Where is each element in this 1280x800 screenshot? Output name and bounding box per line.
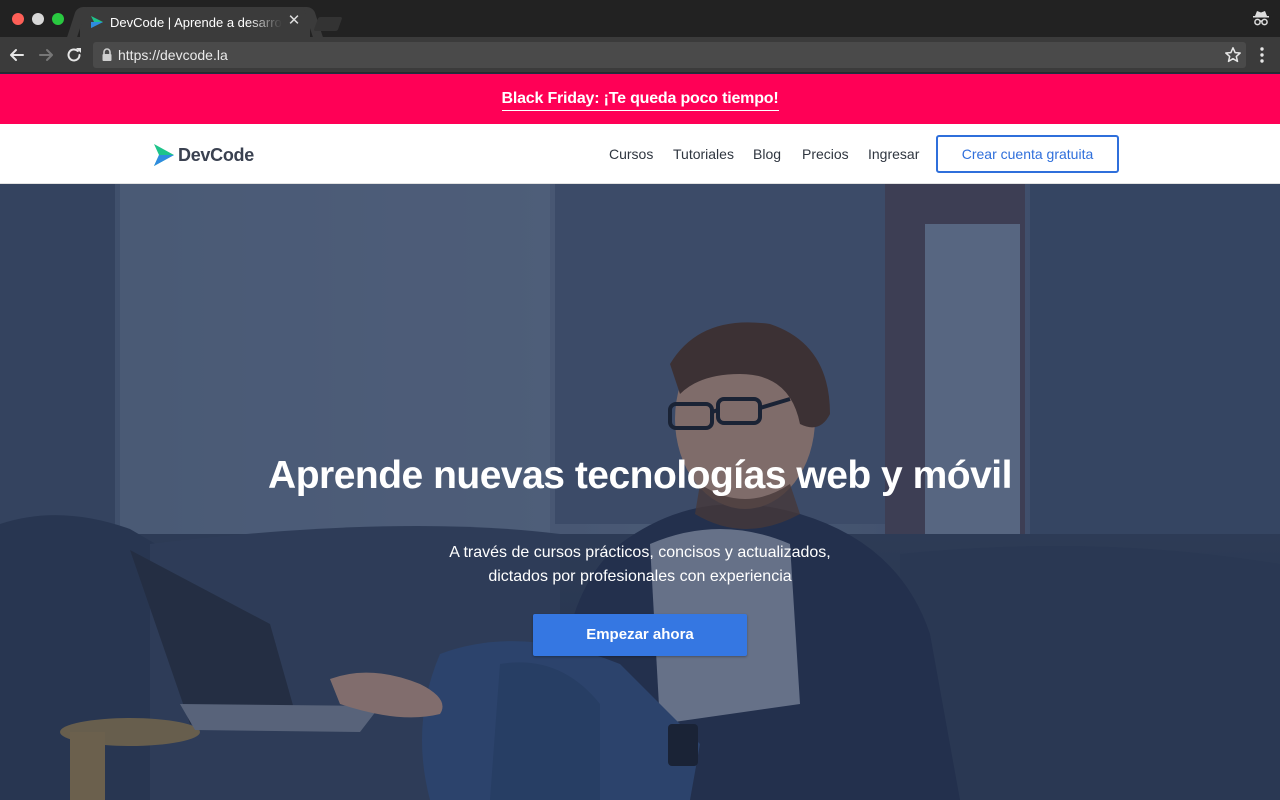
close-window-button[interactable]	[12, 13, 24, 25]
nav-tutoriales[interactable]: Tutoriales	[673, 146, 734, 162]
hero-title: Aprende nuevas tecnologías web y móvil	[268, 454, 1012, 497]
address-bar[interactable]: https://devcode.la	[93, 42, 1246, 68]
nav-precios[interactable]: Precios	[802, 146, 849, 162]
reload-icon[interactable]	[64, 45, 84, 65]
hero-subtitle: A través de cursos prácticos, concisos y…	[0, 541, 1280, 589]
nav-cursos[interactable]: Cursos	[609, 146, 653, 162]
minimize-window-button[interactable]	[32, 13, 44, 25]
hero-subtitle-line-1: A través de cursos prácticos, concisos y…	[449, 544, 831, 561]
create-account-button[interactable]: Crear cuenta gratuita	[936, 135, 1119, 173]
tab-close-button[interactable]: ✕	[286, 13, 302, 29]
browser-tabstrip: DevCode | Aprende a desarrollar ✕	[0, 0, 1280, 37]
star-icon[interactable]	[1224, 46, 1242, 64]
nav-ingresar[interactable]: Ingresar	[868, 146, 919, 162]
hero-subtitle-line-2: dictados por profesionales con experienc…	[488, 568, 792, 585]
arrow-left-icon[interactable]	[7, 45, 27, 65]
browser-tab-active[interactable]: DevCode | Aprende a desarrollar ✕	[80, 7, 310, 37]
logo-text: DevCode	[178, 145, 254, 165]
nav-blog[interactable]: Blog	[753, 146, 781, 162]
arrow-right-icon[interactable]	[36, 45, 56, 65]
new-tab-button[interactable]	[313, 17, 343, 31]
promo-link[interactable]: Black Friday: ¡Te queda poco tiempo!	[501, 90, 779, 111]
browser-toolbar: https://devcode.la	[0, 37, 1280, 73]
promo-banner: Black Friday: ¡Te queda poco tiempo!	[0, 74, 1280, 124]
incognito-icon	[1253, 11, 1269, 26]
site-header: DevCode Cursos Tutoriales Blog Precios I…	[0, 124, 1280, 184]
maximize-window-button[interactable]	[52, 13, 64, 25]
devcode-logo-icon	[154, 144, 174, 166]
lock-icon	[102, 48, 112, 61]
devcode-favicon-icon	[91, 16, 103, 28]
url-text: https://devcode.la	[118, 47, 228, 63]
tab-title: DevCode | Aprende a desarrollar	[110, 15, 282, 30]
start-now-button[interactable]: Empezar ahora	[533, 614, 747, 656]
hero-section: Aprende nuevas tecnologías web y móvil A…	[0, 184, 1280, 800]
more-vertical-icon[interactable]	[1254, 45, 1270, 65]
